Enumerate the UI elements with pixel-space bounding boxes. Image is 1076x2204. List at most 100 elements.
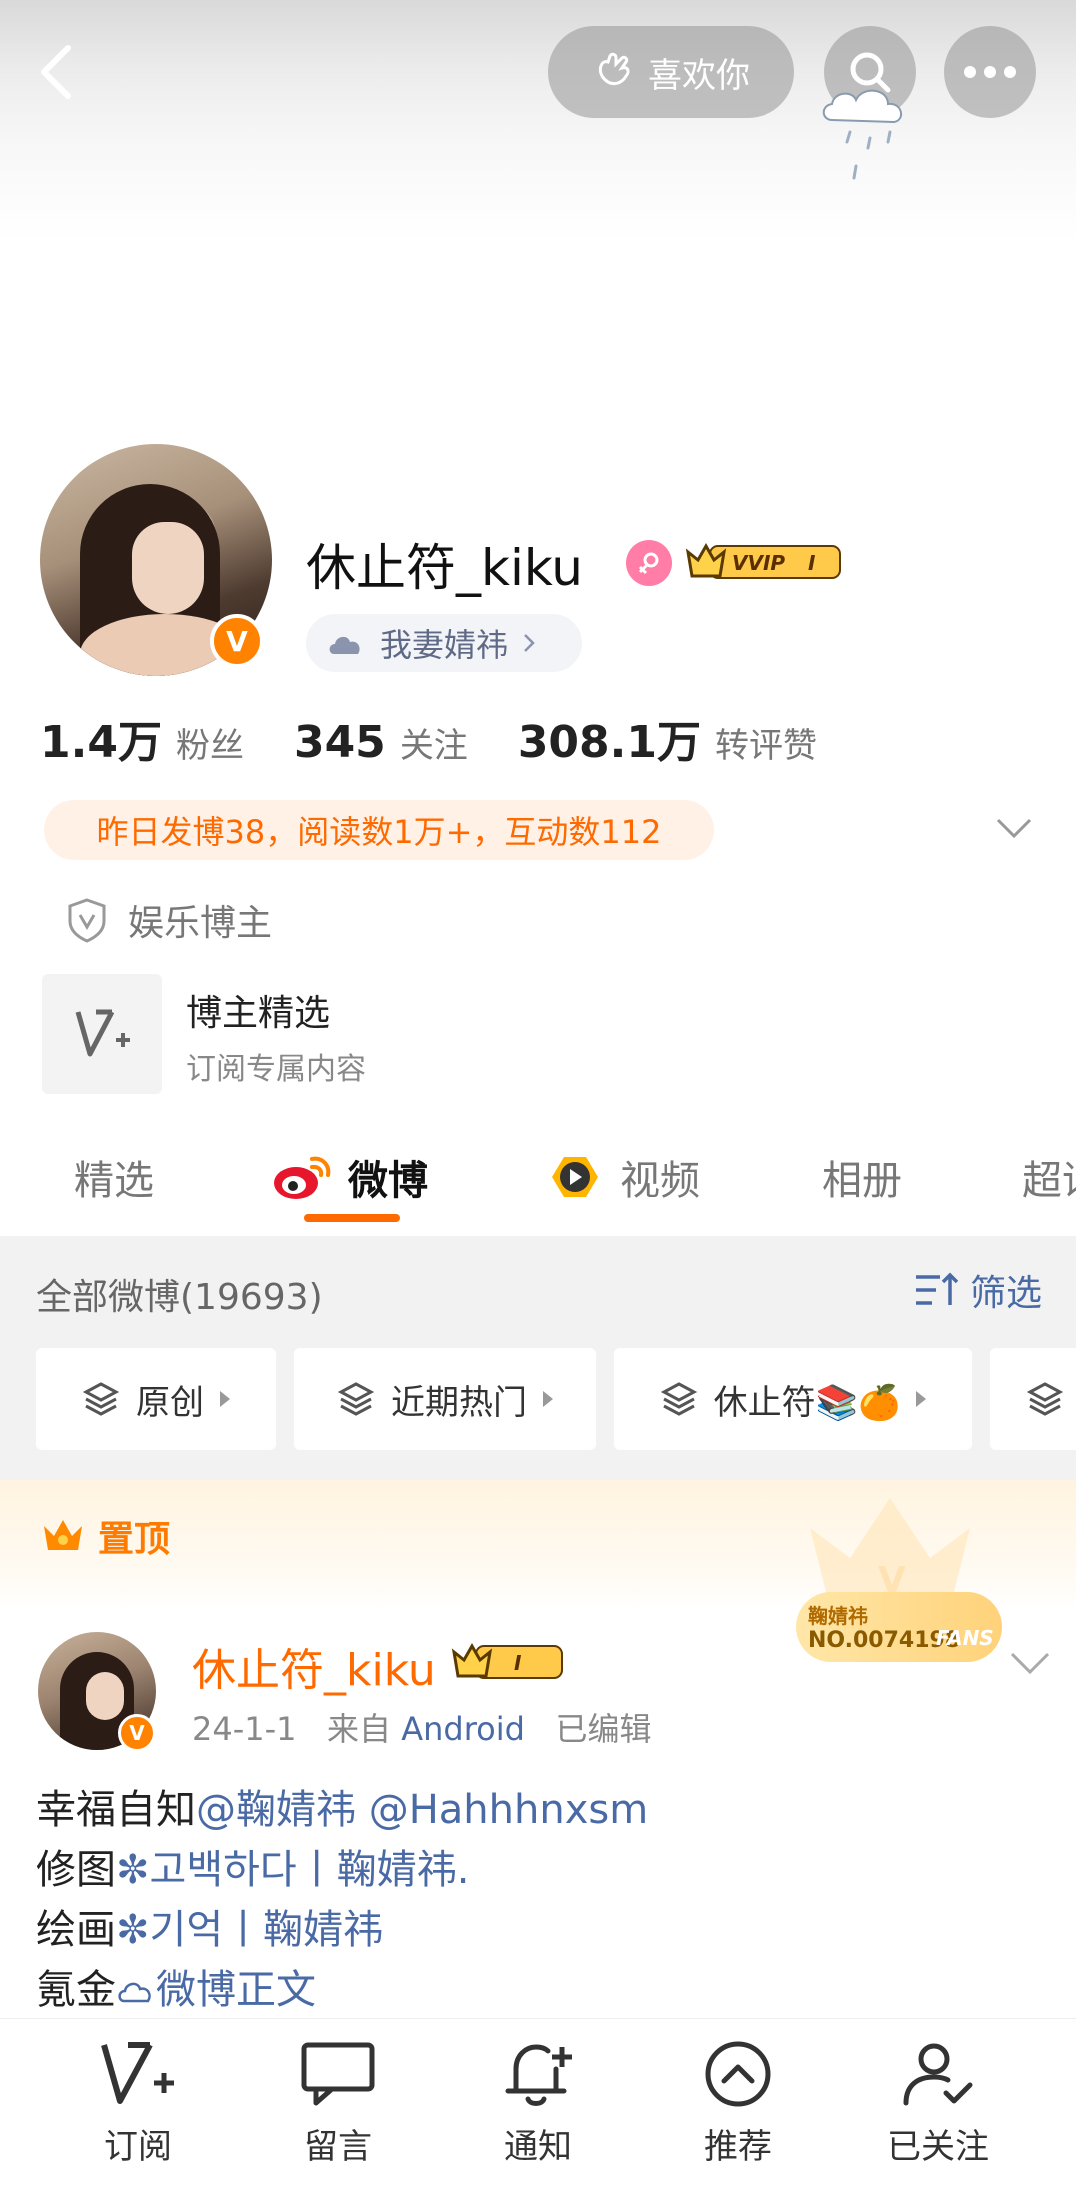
post-author-name[interactable]: 休止符_kiku — [192, 1634, 436, 1698]
post-edited[interactable]: 已编辑 — [555, 1710, 651, 1748]
post-line-text: 绘画 — [36, 1907, 116, 1953]
chip-arrow-icon — [916, 1391, 927, 1407]
interactions-count: 308.1万 — [517, 717, 701, 768]
tab-supertopic[interactable]: 超话 — [1022, 1148, 1076, 1206]
following-count[interactable]: 345 — [294, 717, 386, 768]
bottom-nav: 订阅 留言 通知 推荐 已关注 — [0, 2018, 1076, 2204]
profile-username: 休止符_kiku — [306, 539, 583, 597]
fan-group-pill[interactable]: 我妻婧祎 — [306, 614, 582, 672]
filter-label: 筛选 — [970, 1273, 1043, 1314]
nav-message-label: 留言 — [304, 2127, 372, 2167]
chip-overflow[interactable] — [990, 1348, 1076, 1450]
back-arrow-icon — [41, 45, 71, 99]
pinned-label: 置顶 — [98, 1519, 171, 1560]
tab-weibo[interactable]: 微博 — [272, 1148, 428, 1206]
chip-arrow-icon — [543, 1391, 553, 1407]
post-topic-link[interactable]: 기억丨鞠婧祎 — [150, 1907, 384, 1953]
bell-plus-icon — [505, 2044, 572, 2106]
post-fulltext-link[interactable]: 微博正文 — [156, 1967, 316, 2013]
tab-album[interactable]: 相册 — [822, 1148, 902, 1206]
nav-message[interactable]: 留言 — [258, 2039, 418, 2168]
tab-video-label: 视频 — [620, 1158, 700, 1204]
followers-count[interactable]: 1.4万 — [40, 706, 162, 770]
vip-level-badge-icon: I — [451, 1642, 563, 1679]
post-line-text: 幸福自知 — [36, 1787, 196, 1833]
fan-group-label: 我妻婧祎 — [380, 626, 509, 664]
chevron-down-icon[interactable] — [994, 808, 1034, 848]
chevron-right-icon — [524, 634, 535, 652]
post-mention-link[interactable]: @鞠婧祎 @Hahhhnxsm — [196, 1787, 648, 1833]
more-button[interactable] — [944, 26, 1036, 118]
layers-icon — [1026, 1382, 1064, 1416]
profile-page: 喜欢你 V 休止符_kiku VVIP I 我妻婧祎 1.4万 粉丝 345 关… — [0, 0, 1076, 2204]
nav-subscribe[interactable]: 订阅 — [58, 2039, 218, 2168]
category-label: 娱乐博主 — [128, 903, 273, 944]
svg-text:I: I — [808, 551, 816, 575]
nav-notify[interactable]: 通知 — [458, 2039, 618, 2168]
featured-content-thumb[interactable] — [42, 974, 162, 1094]
interactions-label: 转评赞 — [715, 726, 817, 766]
post-menu-chevron-icon[interactable] — [1008, 1646, 1052, 1680]
verified-badge-icon: V — [210, 614, 264, 668]
fans-badge-name: 鞠婧祎 — [808, 1604, 868, 1628]
nav-recommend[interactable]: 推荐 — [658, 2039, 818, 2168]
chip-original[interactable]: 原创 — [36, 1348, 276, 1450]
profile-stats: 1.4万 粉丝 345 关注 308.1万 转评赞 — [40, 706, 867, 770]
post-line-text: 修图 — [36, 1847, 116, 1893]
nav-following-label: 已关注 — [887, 2127, 989, 2167]
like-you-button[interactable]: 喜欢你 — [548, 26, 794, 118]
vvip-badge-icon: VVIP I — [685, 542, 841, 579]
tab-featured[interactable]: 精选 — [74, 1148, 154, 1206]
blogger-category: 娱乐博主 — [66, 894, 272, 946]
up-circle-icon — [705, 2041, 771, 2107]
post-date: 24-1-1 — [192, 1710, 297, 1748]
post-meta: 24-1-1 来自 Android 已编辑 — [192, 1704, 651, 1750]
shield-v-icon — [68, 898, 106, 943]
post-line: 氪金 微博正文 — [36, 1960, 648, 2020]
post-line: 绘画✼기억丨鞠婧祎 — [36, 1900, 648, 1960]
activity-summary[interactable]: 昨日发博38，阅读数1万+，互动数112 — [44, 800, 714, 860]
subscribe-v-icon — [101, 2042, 174, 2104]
nav-following[interactable]: 已关注 — [858, 2039, 1018, 2168]
svg-text:I: I — [514, 1651, 522, 1675]
pinned-label-row: 置顶 — [40, 1510, 170, 1562]
nav-recommend-label: 推荐 — [704, 2127, 772, 2167]
like-you-label: 喜欢你 — [648, 55, 750, 96]
more-dots-icon — [964, 66, 1016, 78]
video-play-icon — [552, 1157, 598, 1197]
post-line: 修图✼고백하다丨鞠婧祎. — [36, 1840, 648, 1900]
hand-heart-icon — [598, 52, 630, 85]
chip-recent-hot-label: 近期热门 — [391, 1382, 527, 1423]
filter-icon — [916, 1272, 959, 1305]
post-topic-link[interactable]: 고백하다丨鞠婧祎. — [150, 1847, 470, 1893]
subscribe-v-icon — [75, 1009, 130, 1057]
chip-custom-label: 休止符📚🍊 — [713, 1382, 901, 1423]
tab-video[interactable]: 视频 — [544, 1148, 700, 1206]
user-check-icon — [903, 2043, 973, 2106]
back-button[interactable] — [30, 40, 90, 104]
filter-button[interactable]: 筛选 — [914, 1264, 1042, 1316]
post-line: 幸福自知@鞠婧祎 @Hahhhnxsm — [36, 1780, 648, 1840]
active-tab-indicator — [304, 1214, 400, 1222]
post-count: 全部微博(19693) — [36, 1277, 323, 1318]
chip-custom[interactable]: 休止符📚🍊 — [614, 1348, 972, 1450]
chip-recent-hot[interactable]: 近期热门 — [294, 1348, 596, 1450]
weibo-logo-icon — [274, 1156, 331, 1199]
cloud-icon — [329, 636, 360, 654]
layers-icon — [82, 1382, 120, 1416]
svg-text:VVIP: VVIP — [732, 551, 785, 575]
flower-link-icon: ✼ — [116, 1847, 150, 1893]
tab-weibo-label: 微博 — [348, 1158, 428, 1204]
tab-album-label: 相册 — [822, 1158, 902, 1204]
followers-label[interactable]: 粉丝 — [176, 718, 244, 767]
chip-arrow-icon — [220, 1391, 230, 1407]
featured-subtitle: 订阅专属内容 — [186, 1052, 366, 1087]
message-icon — [301, 2042, 375, 2106]
post-source[interactable]: Android — [401, 1710, 525, 1748]
featured-title[interactable]: 博主精选 — [186, 984, 330, 1036]
profile-tabs: 精选 微博 视频 相册 超话 — [0, 1130, 1076, 1236]
following-label[interactable]: 关注 — [400, 718, 468, 767]
fans-badge-tag: FANS — [936, 1626, 994, 1650]
chip-original-label: 原创 — [136, 1382, 204, 1423]
nav-notify-label: 通知 — [504, 2127, 572, 2167]
